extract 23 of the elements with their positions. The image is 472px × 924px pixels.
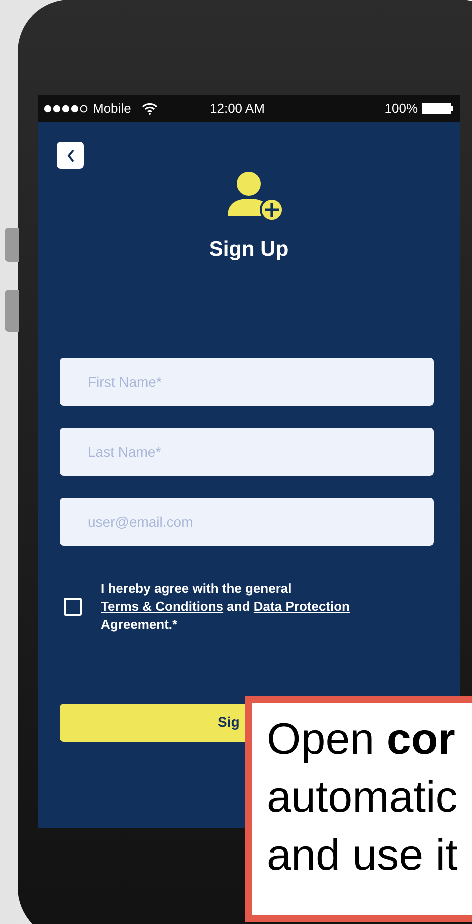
agreement-text: I hereby agree with the general Terms & Conditions and Data Protection Agreement.* — [101, 580, 351, 634]
battery-icon — [422, 103, 454, 114]
callout-text: automatic — [267, 772, 459, 824]
carrier-text: Mobile — [93, 100, 132, 118]
input-field[interactable]: First Name* — [60, 358, 434, 406]
input-field[interactable]: user@email.com — [60, 498, 434, 546]
back-button[interactable] — [57, 142, 84, 169]
callout-text: and use it — [267, 830, 459, 882]
sign-up-button[interactable]: Sig — [60, 704, 245, 742]
callout-text: Open cor — [267, 714, 456, 766]
side-button-drawing — [5, 228, 19, 262]
chevron-left-icon — [66, 148, 76, 162]
agreement-checkbox[interactable] — [64, 598, 82, 616]
wifi-icon — [142, 102, 158, 114]
terms-link[interactable]: Terms & Conditions — [101, 598, 224, 614]
signal-icon — [44, 104, 90, 112]
data-protection-link[interactable]: Data Protection — [254, 598, 350, 614]
input-field[interactable]: Last Name* — [60, 428, 434, 476]
add-user-icon — [228, 172, 284, 222]
page-title: Sign Up — [209, 237, 289, 263]
side-button-drawing — [5, 290, 19, 332]
battery-text: 100% — [384, 100, 418, 118]
clock-text: 12:00 AM — [210, 100, 265, 118]
